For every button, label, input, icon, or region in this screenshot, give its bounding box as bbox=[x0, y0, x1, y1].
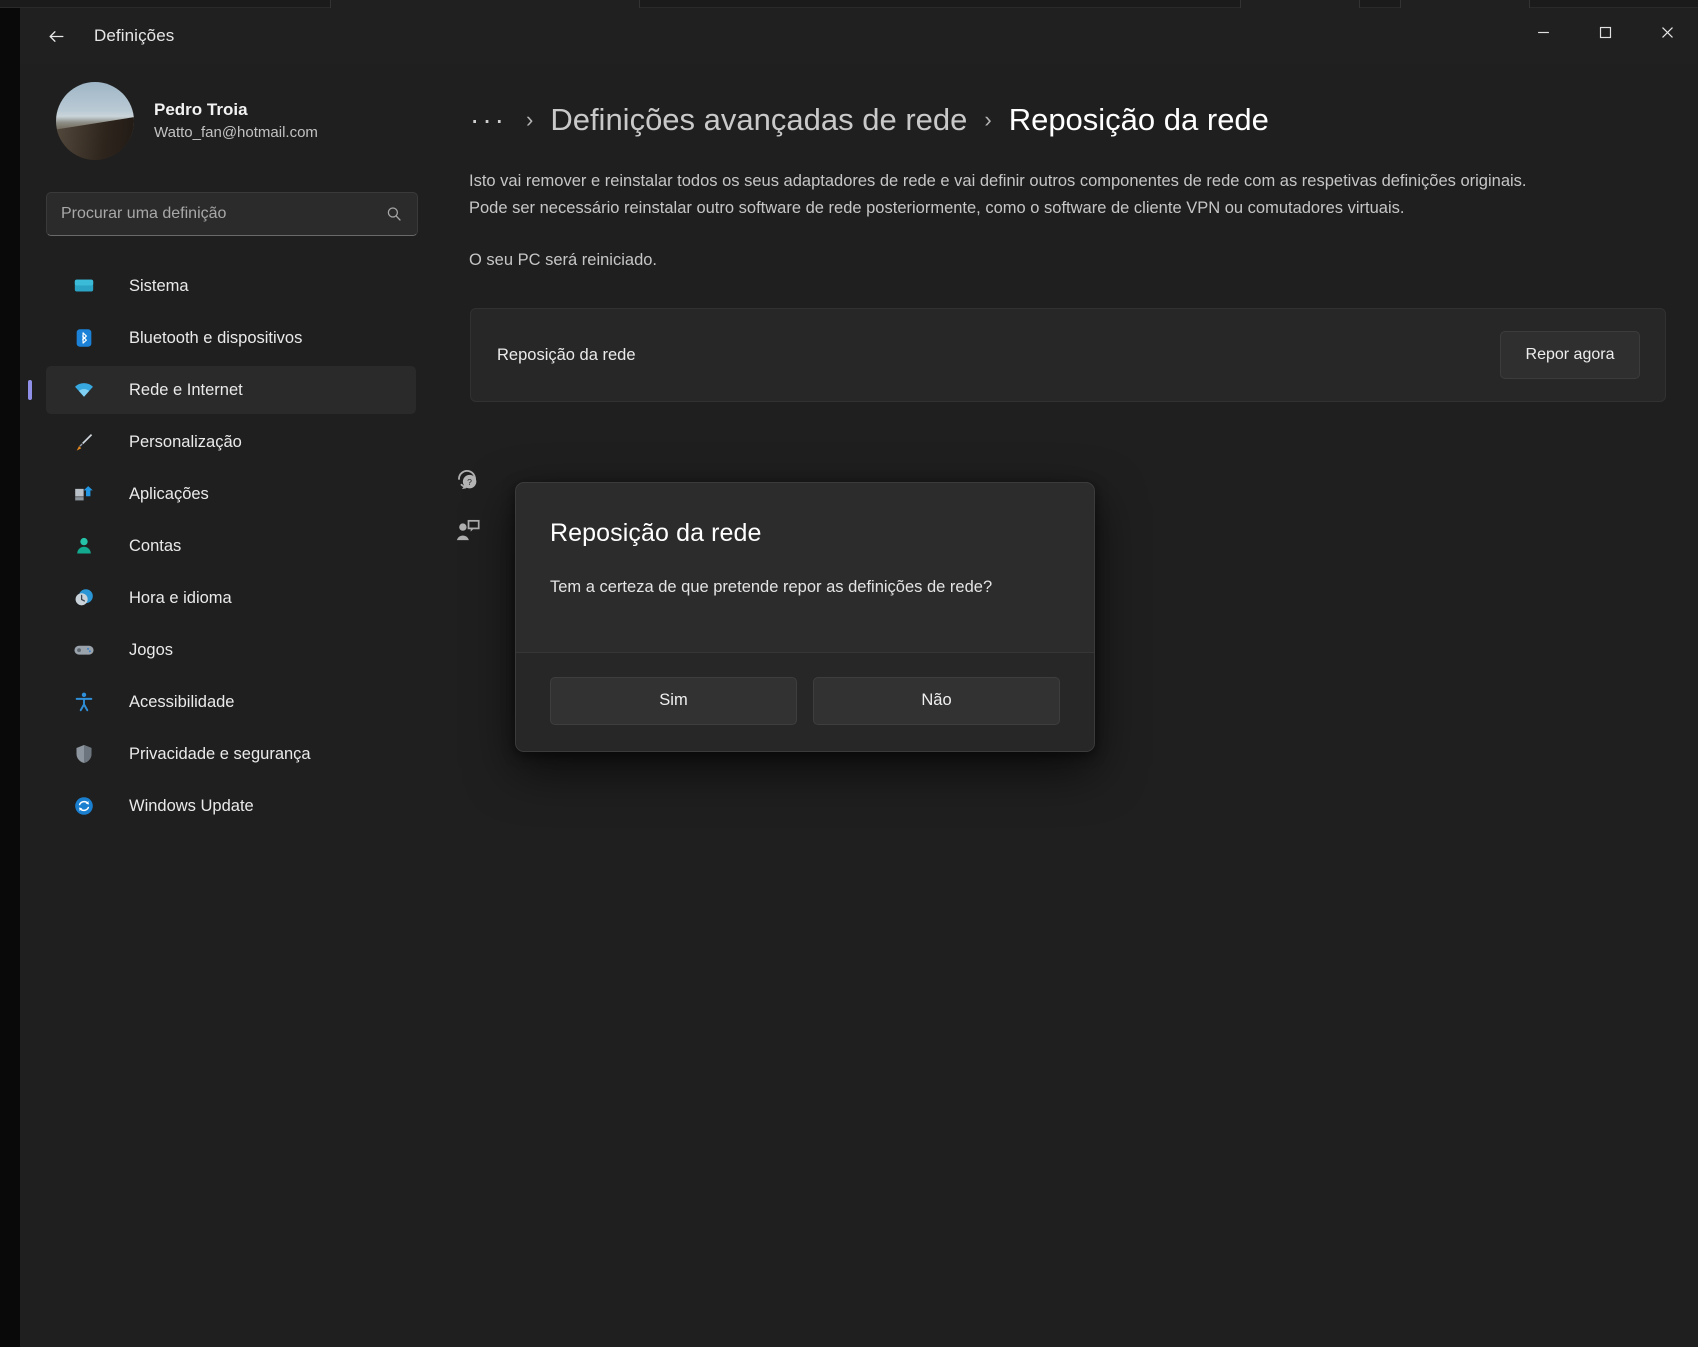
system-icon bbox=[72, 274, 96, 298]
sidebar-item-label: Personalização bbox=[129, 433, 242, 452]
close-icon bbox=[1661, 26, 1674, 39]
sidebar-item-acessibilidade[interactable]: Acessibilidade bbox=[46, 678, 416, 726]
clock-icon bbox=[72, 586, 96, 610]
search-icon bbox=[385, 205, 403, 223]
breadcrumb-parent-link[interactable]: Definições avançadas de rede bbox=[550, 102, 967, 138]
wifi-icon bbox=[72, 378, 96, 402]
main-content: ··· › Definições avançadas de rede › Rep… bbox=[440, 64, 1698, 1347]
avatar bbox=[56, 82, 134, 160]
apps-icon bbox=[72, 482, 96, 506]
settings-window: Definições bbox=[20, 8, 1698, 1347]
sidebar-item-rede-e-internet[interactable]: Rede e Internet bbox=[46, 366, 416, 414]
sidebar-item-bluetooth-e-dispositivos[interactable]: Bluetooth e dispositivos bbox=[46, 314, 416, 362]
account-email: Watto_fan@hotmail.com bbox=[154, 123, 318, 143]
sidebar-item-windows-update[interactable]: Windows Update bbox=[46, 782, 416, 830]
sidebar-item-label: Privacidade e segurança bbox=[129, 745, 311, 764]
sidebar-item-label: Acessibilidade bbox=[129, 693, 234, 712]
background-desktop-strip bbox=[0, 0, 1698, 8]
title-bar: Definições bbox=[20, 8, 1698, 64]
sidebar-item-label: Rede e Internet bbox=[129, 381, 243, 400]
caption-button-group bbox=[1512, 8, 1698, 56]
maximize-icon bbox=[1599, 26, 1612, 39]
sidebar-item-label: Hora e idioma bbox=[129, 589, 232, 608]
update-icon bbox=[72, 794, 96, 818]
search-box[interactable] bbox=[46, 192, 418, 236]
account-name: Pedro Troia bbox=[154, 99, 318, 122]
close-button[interactable] bbox=[1636, 8, 1698, 56]
sidebar-item-aplicacoes[interactable]: Aplicações bbox=[46, 470, 416, 518]
search-input[interactable] bbox=[61, 205, 385, 223]
sidebar-item-personalizacao[interactable]: Personalização bbox=[46, 418, 416, 466]
dialog-message: Tem a certeza de que pretende repor as d… bbox=[550, 575, 1060, 600]
sidebar-item-label: Jogos bbox=[129, 641, 173, 660]
account-card[interactable]: Pedro Troia Watto_fan@hotmail.com bbox=[34, 72, 426, 170]
sidebar-nav: Sistema Bluetooth e dispositivos bbox=[20, 262, 440, 830]
sidebar-item-privacidade-e-seguranca[interactable]: Privacidade e segurança bbox=[46, 730, 416, 778]
sidebar-item-label: Contas bbox=[129, 537, 181, 556]
dialog-confirm-button[interactable]: Sim bbox=[550, 677, 797, 725]
network-reset-card: Reposição da rede Repor agora bbox=[470, 308, 1666, 402]
shield-icon bbox=[72, 742, 96, 766]
sidebar-item-sistema[interactable]: Sistema bbox=[46, 262, 416, 310]
accessibility-icon bbox=[72, 690, 96, 714]
minimize-icon bbox=[1537, 26, 1550, 39]
sidebar: Pedro Troia Watto_fan@hotmail.com Sistem… bbox=[20, 64, 440, 1347]
background-window-a bbox=[330, 0, 640, 8]
window-title: Definições bbox=[94, 26, 174, 46]
background-window-b bbox=[1240, 0, 1360, 8]
reset-now-button[interactable]: Repor agora bbox=[1500, 331, 1640, 379]
minimize-button[interactable] bbox=[1512, 8, 1574, 56]
sidebar-item-label: Windows Update bbox=[129, 797, 254, 816]
person-icon bbox=[72, 534, 96, 558]
network-reset-confirm-dialog: Reposição da rede Tem a certeza de que p… bbox=[515, 482, 1095, 752]
breadcrumb-overflow-button[interactable]: ··· bbox=[468, 104, 509, 136]
svg-text:?: ? bbox=[467, 477, 472, 487]
breadcrumb-separator: › bbox=[526, 107, 533, 133]
helper-icon-rail: ? bbox=[452, 464, 482, 546]
arrow-left-icon bbox=[47, 27, 66, 46]
sidebar-item-label: Sistema bbox=[129, 277, 189, 296]
sidebar-item-label: Aplicações bbox=[129, 485, 209, 504]
sidebar-item-jogos[interactable]: Jogos bbox=[46, 626, 416, 674]
maximize-button[interactable] bbox=[1574, 8, 1636, 56]
dialog-cancel-button[interactable]: Não bbox=[813, 677, 1060, 725]
page-description: Isto vai remover e reinstalar todos os s… bbox=[469, 168, 1564, 221]
bluetooth-icon bbox=[72, 326, 96, 350]
brush-icon bbox=[72, 430, 96, 454]
breadcrumb-current: Reposição da rede bbox=[1009, 102, 1269, 138]
dialog-title: Reposição da rede bbox=[550, 519, 1060, 548]
give-feedback-icon[interactable] bbox=[452, 516, 482, 546]
background-window-c bbox=[1400, 0, 1530, 8]
breadcrumb: ··· › Definições avançadas de rede › Rep… bbox=[468, 94, 1698, 146]
network-reset-label: Reposição da rede bbox=[497, 346, 636, 365]
get-help-icon[interactable]: ? bbox=[452, 464, 482, 494]
restart-note: O seu PC será reiniciado. bbox=[469, 247, 1564, 274]
sidebar-item-contas[interactable]: Contas bbox=[46, 522, 416, 570]
sidebar-item-hora-e-idioma[interactable]: Hora e idioma bbox=[46, 574, 416, 622]
back-button[interactable] bbox=[34, 18, 78, 54]
dialog-body: Reposição da rede Tem a certeza de que p… bbox=[516, 483, 1094, 652]
sidebar-item-label: Bluetooth e dispositivos bbox=[129, 329, 302, 348]
dialog-footer: Sim Não bbox=[516, 652, 1094, 751]
breadcrumb-separator: › bbox=[984, 107, 991, 133]
gamepad-icon bbox=[72, 638, 96, 662]
